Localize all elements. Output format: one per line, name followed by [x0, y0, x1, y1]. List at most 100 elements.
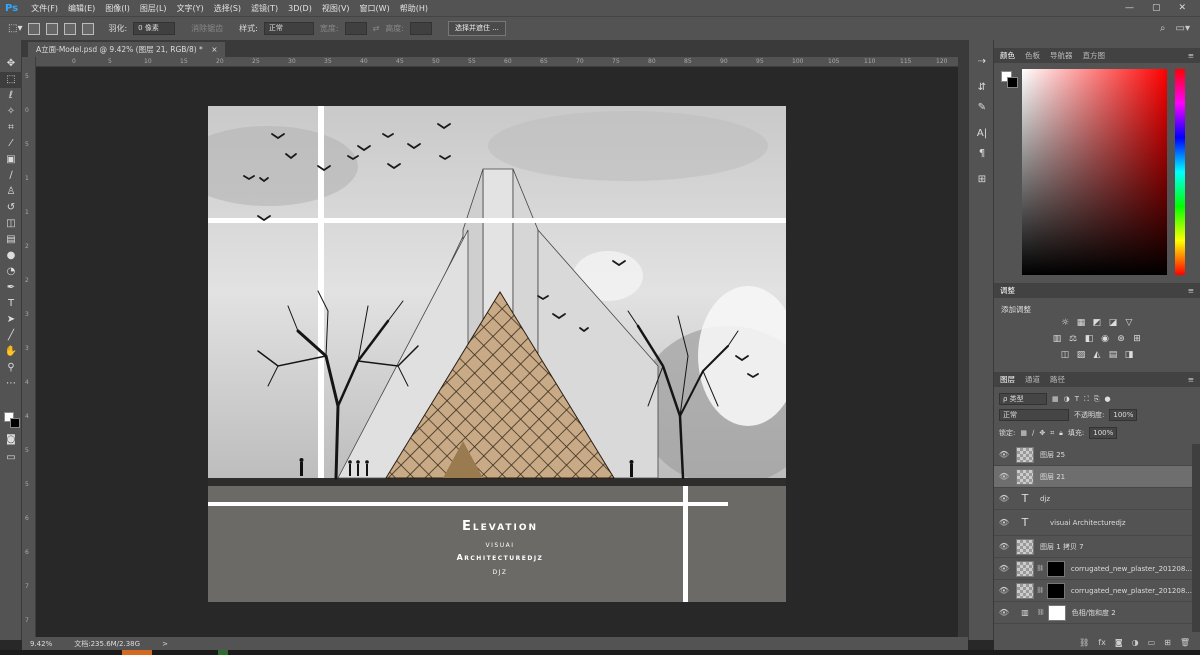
- filter-pixel-icon[interactable]: ▦: [1052, 395, 1059, 403]
- canvas-vertical-scrollbar[interactable]: [958, 57, 968, 637]
- layer-mask-thumbnail[interactable]: [1047, 582, 1065, 599]
- tab-layers[interactable]: 图层: [1000, 374, 1015, 385]
- tab-channels[interactable]: 通道: [1025, 374, 1040, 385]
- background-color-chip[interactable]: [1007, 77, 1018, 88]
- visibility-eye-icon[interactable]: 👁︎: [994, 564, 1014, 573]
- lock-position-icon[interactable]: ✥: [1039, 429, 1045, 437]
- layer-row[interactable]: 👁︎ T djz: [994, 488, 1192, 510]
- layer-mask-thumbnail[interactable]: [1047, 604, 1066, 621]
- layer-row[interactable]: 👁︎ T visuai Architecturedjz: [994, 510, 1192, 536]
- tab-paths[interactable]: 路径: [1050, 374, 1065, 385]
- blur-tool-icon[interactable]: ●: [0, 248, 22, 264]
- path-selection-tool-icon[interactable]: ➤: [0, 312, 22, 328]
- filter-toggle-icon[interactable]: ●: [1105, 395, 1111, 403]
- new-selection-icon[interactable]: [28, 22, 41, 35]
- properties-panel-icon[interactable]: ⊞: [969, 170, 995, 190]
- layer-row[interactable]: 👁︎ ▥ ⛓ 色相/饱和度 2: [994, 602, 1192, 624]
- add-selection-icon[interactable]: [46, 22, 59, 35]
- new-group-icon[interactable]: ▭: [1148, 638, 1156, 647]
- history-brush-tool-icon[interactable]: ↺: [0, 200, 22, 216]
- invert-icon[interactable]: ◫: [1060, 350, 1071, 360]
- feather-input[interactable]: 0 像素: [133, 22, 176, 35]
- filter-smart-icon[interactable]: ⎘: [1094, 395, 1100, 404]
- tab-histogram[interactable]: 直方图: [1083, 50, 1106, 61]
- gradient-map-icon[interactable]: ▤: [1108, 350, 1119, 360]
- taskbar-item[interactable]: [122, 650, 152, 655]
- channel-mixer-icon[interactable]: ⊛: [1116, 334, 1127, 344]
- layer-kind-filter[interactable]: ρ 类型: [999, 393, 1047, 405]
- layer-mask-thumbnail[interactable]: [1047, 560, 1065, 577]
- marquee-preset-icon[interactable]: ⬚▾: [8, 23, 22, 34]
- screen-mode-icon[interactable]: ▭: [0, 450, 22, 466]
- menu-edit[interactable]: 编辑(E): [63, 3, 100, 14]
- opacity-input[interactable]: 100%: [1109, 409, 1138, 421]
- marquee-tool-icon[interactable]: ⬚: [0, 72, 22, 88]
- lock-artboard-icon[interactable]: ⌗: [1050, 429, 1054, 438]
- color-picker-field[interactable]: [1022, 69, 1167, 275]
- hand-tool-icon[interactable]: ✋: [0, 344, 22, 360]
- width-input[interactable]: [344, 22, 367, 35]
- levels-icon[interactable]: ▦: [1076, 318, 1087, 328]
- filter-adjustment-icon[interactable]: ◑: [1064, 395, 1070, 403]
- clone-stamp-tool-icon[interactable]: ♙: [0, 184, 22, 200]
- magic-wand-tool-icon[interactable]: ✧: [0, 104, 22, 120]
- move-tool-icon[interactable]: ✥: [0, 56, 22, 72]
- type-tool-icon[interactable]: T: [0, 296, 22, 312]
- document-tab[interactable]: A立面-Model.psd @ 9.42% (图层 21, RGB/8) * ×: [28, 42, 226, 57]
- filter-type-icon[interactable]: T: [1075, 395, 1079, 403]
- black-white-icon[interactable]: ◧: [1084, 334, 1095, 344]
- status-menu-arrow[interactable]: >: [162, 640, 168, 648]
- gradient-tool-icon[interactable]: ▤: [0, 232, 22, 248]
- visibility-eye-icon[interactable]: 👁︎: [994, 518, 1014, 527]
- more-tools-icon[interactable]: ⋯: [0, 376, 22, 392]
- style-select[interactable]: 正常: [263, 22, 314, 35]
- hue-saturation-icon[interactable]: ▥: [1052, 334, 1063, 344]
- subtract-selection-icon[interactable]: [64, 22, 77, 35]
- taskbar-item[interactable]: [218, 650, 228, 655]
- menu-view[interactable]: 视图(V): [317, 3, 355, 14]
- layer-row[interactable]: 👁︎ ⛓ corrugated_new_plaster_201208...: [994, 580, 1192, 602]
- select-and-mask-button[interactable]: 选择并遮住 ...: [447, 21, 506, 36]
- line-tool-icon[interactable]: ╱: [0, 328, 22, 344]
- lock-image-icon[interactable]: ∕: [1032, 429, 1034, 437]
- actions-panel-icon[interactable]: ⇵: [969, 78, 995, 98]
- visibility-eye-icon[interactable]: 👁︎: [994, 494, 1014, 503]
- visibility-eye-icon[interactable]: 👁︎: [994, 450, 1014, 459]
- eraser-tool-icon[interactable]: ◫: [0, 216, 22, 232]
- visibility-eye-icon[interactable]: 👁︎: [994, 472, 1014, 481]
- close-window-button[interactable]: ✕: [1178, 3, 1186, 13]
- new-adjustment-icon[interactable]: ◑: [1132, 638, 1139, 647]
- hue-slider[interactable]: [1175, 69, 1185, 275]
- antialias-checkbox[interactable]: 消除锯齿: [191, 23, 223, 34]
- menu-select[interactable]: 选择(S): [209, 3, 246, 14]
- menu-3d[interactable]: 3D(D): [283, 4, 317, 13]
- tab-color[interactable]: 颜色: [1000, 50, 1015, 61]
- visibility-eye-icon[interactable]: 👁︎: [994, 608, 1014, 617]
- new-layer-icon[interactable]: ⊞: [1164, 638, 1171, 647]
- eyedropper-tool-icon[interactable]: ⁄: [0, 136, 22, 152]
- zoom-level[interactable]: 9.42%: [30, 640, 52, 648]
- quick-mask-icon[interactable]: ◙: [0, 432, 22, 448]
- vibrance-icon[interactable]: ▽: [1124, 318, 1135, 328]
- menu-filter[interactable]: 滤镜(T): [246, 3, 283, 14]
- lock-transparent-icon[interactable]: ▦: [1020, 429, 1027, 437]
- layer-style-icon[interactable]: fx: [1098, 638, 1106, 647]
- color-balance-icon[interactable]: ⚖: [1068, 334, 1079, 344]
- pen-tool-icon[interactable]: ✒: [0, 280, 22, 296]
- link-layers-icon[interactable]: ⛓: [1079, 638, 1089, 647]
- posterize-icon[interactable]: ▨: [1076, 350, 1087, 360]
- layer-row-selected[interactable]: 👁︎ 图层 21: [994, 466, 1192, 488]
- menu-type[interactable]: 文字(Y): [172, 3, 209, 14]
- exposure-icon[interactable]: ◪: [1108, 318, 1119, 328]
- minimize-button[interactable]: —: [1125, 3, 1134, 13]
- swap-icon[interactable]: ⇄: [373, 24, 380, 33]
- selective-color-icon[interactable]: ◨: [1124, 350, 1135, 360]
- brush-tool-icon[interactable]: ∕: [0, 168, 22, 184]
- curves-icon[interactable]: ◩: [1092, 318, 1103, 328]
- intersect-selection-icon[interactable]: [82, 22, 95, 35]
- lock-all-icon[interactable]: 🔒︎: [1059, 429, 1063, 438]
- add-mask-icon[interactable]: ◙: [1115, 638, 1123, 647]
- workspace-icon[interactable]: ▭▾: [1176, 23, 1190, 34]
- layers-scrollbar[interactable]: [1192, 444, 1200, 632]
- fill-input[interactable]: 100%: [1089, 427, 1118, 439]
